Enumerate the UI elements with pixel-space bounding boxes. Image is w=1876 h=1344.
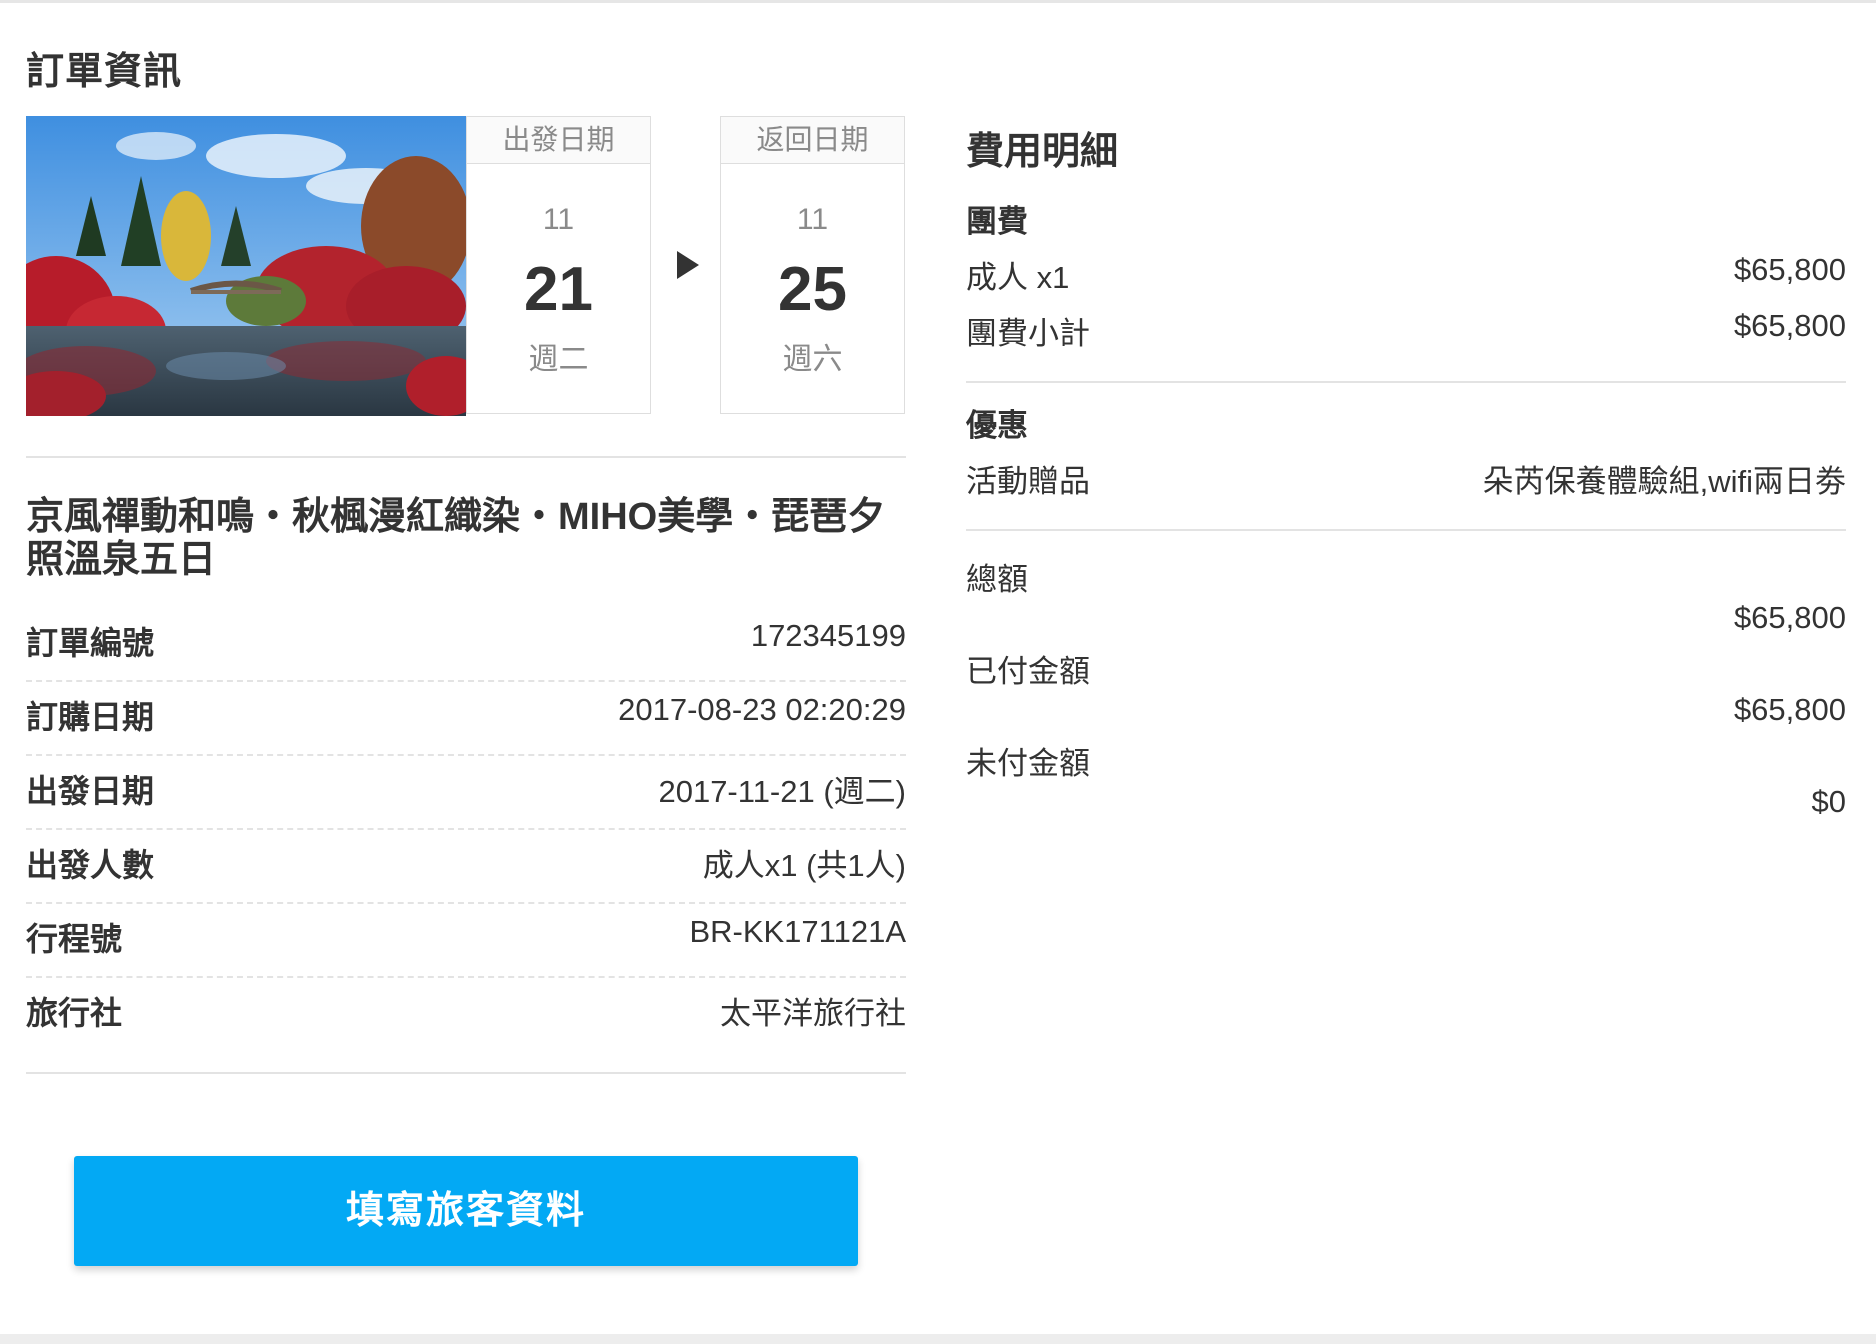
subtotal-label: 團費小計: [966, 316, 1090, 351]
divider: [966, 381, 1846, 383]
total-label: 總額: [966, 562, 1028, 597]
return-date-header: 返回日期: [721, 117, 904, 164]
fill-traveler-info-button[interactable]: 填寫旅客資料: [74, 1156, 858, 1266]
travelers-value: 成人x1 (共1人): [702, 848, 906, 883]
tour-photo: [26, 116, 466, 416]
adult-fee-row: 成人 x1 $65,800: [966, 252, 1846, 296]
gift-row: 活動贈品 朵芮保養體驗組,wifi兩日劵: [966, 456, 1846, 500]
fee-details-title: 費用明細: [966, 131, 1119, 173]
travelers-label: 出發人數: [26, 847, 155, 883]
itinerary-code-label: 行程號: [26, 921, 123, 957]
travel-agency-row: 旅行社 太平洋旅行社: [26, 978, 906, 1052]
order-number-value: 172345199: [750, 618, 906, 653]
trip-title: 京風禪動和鳴・秋楓漫紅織染・MIHO美學・琵琶夕照溫泉五日: [26, 496, 886, 581]
departure-day: 21: [524, 255, 593, 324]
return-date-card: 返回日期 11 25 週六: [720, 116, 905, 414]
return-month: 11: [796, 203, 829, 236]
departure-weekday: 週二: [528, 343, 589, 376]
departure-month: 11: [542, 203, 575, 236]
departure-date-row: 出發日期 2017-11-21 (週二): [26, 756, 906, 830]
departure-date-header: 出發日期: [467, 117, 650, 164]
group-fee-heading: 團費: [966, 204, 1028, 239]
gift-value: 朵芮保養體驗組,wifi兩日劵: [1482, 464, 1846, 499]
order-date-value: 2017-08-23 02:20:29: [618, 692, 906, 727]
gift-label: 活動贈品: [966, 464, 1090, 499]
travelers-row: 出發人數 成人x1 (共1人): [26, 830, 906, 904]
return-weekday: 週六: [782, 343, 843, 376]
order-number-label: 訂單編號: [26, 625, 155, 661]
order-number-row: 訂單編號 172345199: [26, 608, 906, 682]
adult-fee-label: 成人 x1: [966, 260, 1070, 295]
departure-date-label: 出發日期: [26, 773, 155, 809]
paid-label: 已付金額: [966, 654, 1090, 689]
itinerary-code-row: 行程號 BR-KK171121A: [26, 904, 906, 978]
tour-photo-image: [26, 116, 466, 416]
subtotal-amount: $65,800: [1733, 308, 1846, 343]
divider: [26, 456, 906, 458]
order-date-label: 訂購日期: [26, 699, 155, 735]
unpaid-amount: $0: [1811, 784, 1846, 819]
travel-agency-label: 旅行社: [26, 995, 123, 1031]
adult-fee-amount: $65,800: [1733, 252, 1846, 287]
section-title: 訂單資訊: [26, 51, 183, 93]
divider: [26, 1072, 906, 1074]
paid-amount: $65,800: [1733, 692, 1846, 727]
itinerary-code-value: BR-KK171121A: [689, 914, 906, 949]
total-amount: $65,800: [1733, 600, 1846, 635]
bottom-band: [0, 1334, 1876, 1344]
group-fee-subtotal-row: 團費小計 $65,800: [966, 308, 1846, 352]
play-arrow-icon: [677, 251, 699, 279]
travel-agency-value: 太平洋旅行社: [720, 996, 906, 1031]
divider: [966, 529, 1846, 531]
top-border: [0, 0, 1876, 3]
order-date-row: 訂購日期 2017-08-23 02:20:29: [26, 682, 906, 756]
departure-date-value: 2017-11-21 (週二): [658, 774, 906, 809]
unpaid-label: 未付金額: [966, 746, 1090, 781]
departure-date-card: 出發日期 11 21 週二: [466, 116, 651, 414]
discount-heading: 優惠: [966, 408, 1028, 443]
return-day: 25: [778, 255, 847, 324]
